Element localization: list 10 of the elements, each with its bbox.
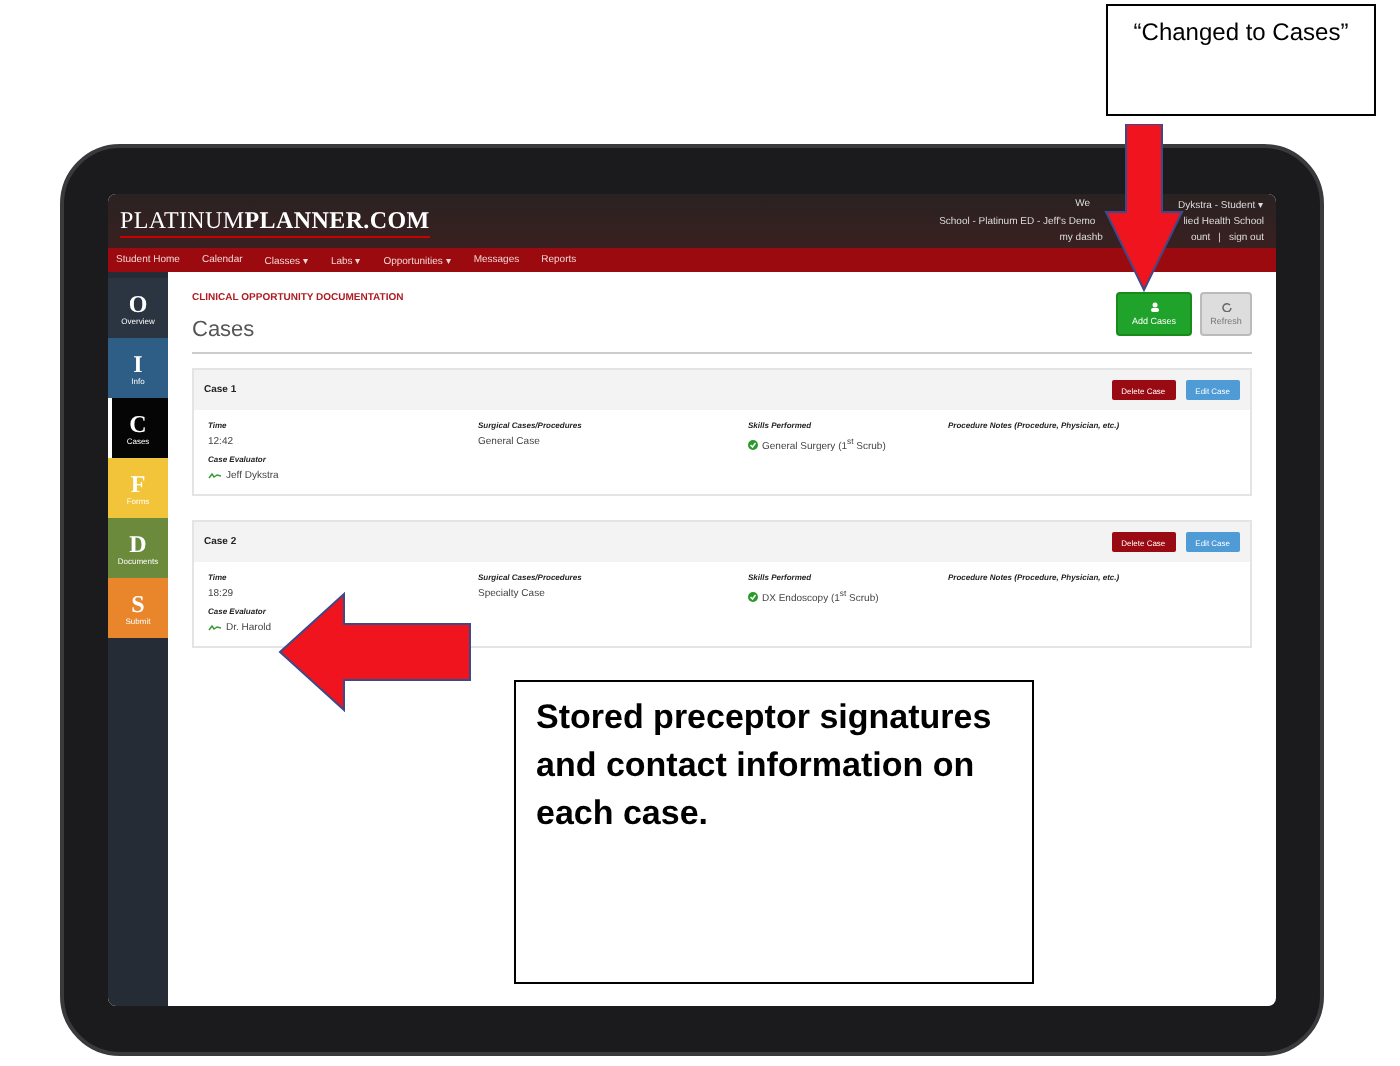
check-icon (748, 439, 758, 450)
signature-icon (208, 624, 222, 632)
signature-icon (208, 472, 222, 480)
page-title: Cases (192, 318, 257, 342)
person-icon (1149, 302, 1159, 312)
check-icon (748, 591, 758, 602)
callout-text: Stored preceptor signatures and contact information on each case. (536, 696, 994, 836)
annotation-box: “Changed to Cases” (1106, 4, 1376, 116)
refresh-icon (1221, 302, 1231, 312)
site-logo: PLATINUMPLANNER.COM (120, 205, 430, 237)
